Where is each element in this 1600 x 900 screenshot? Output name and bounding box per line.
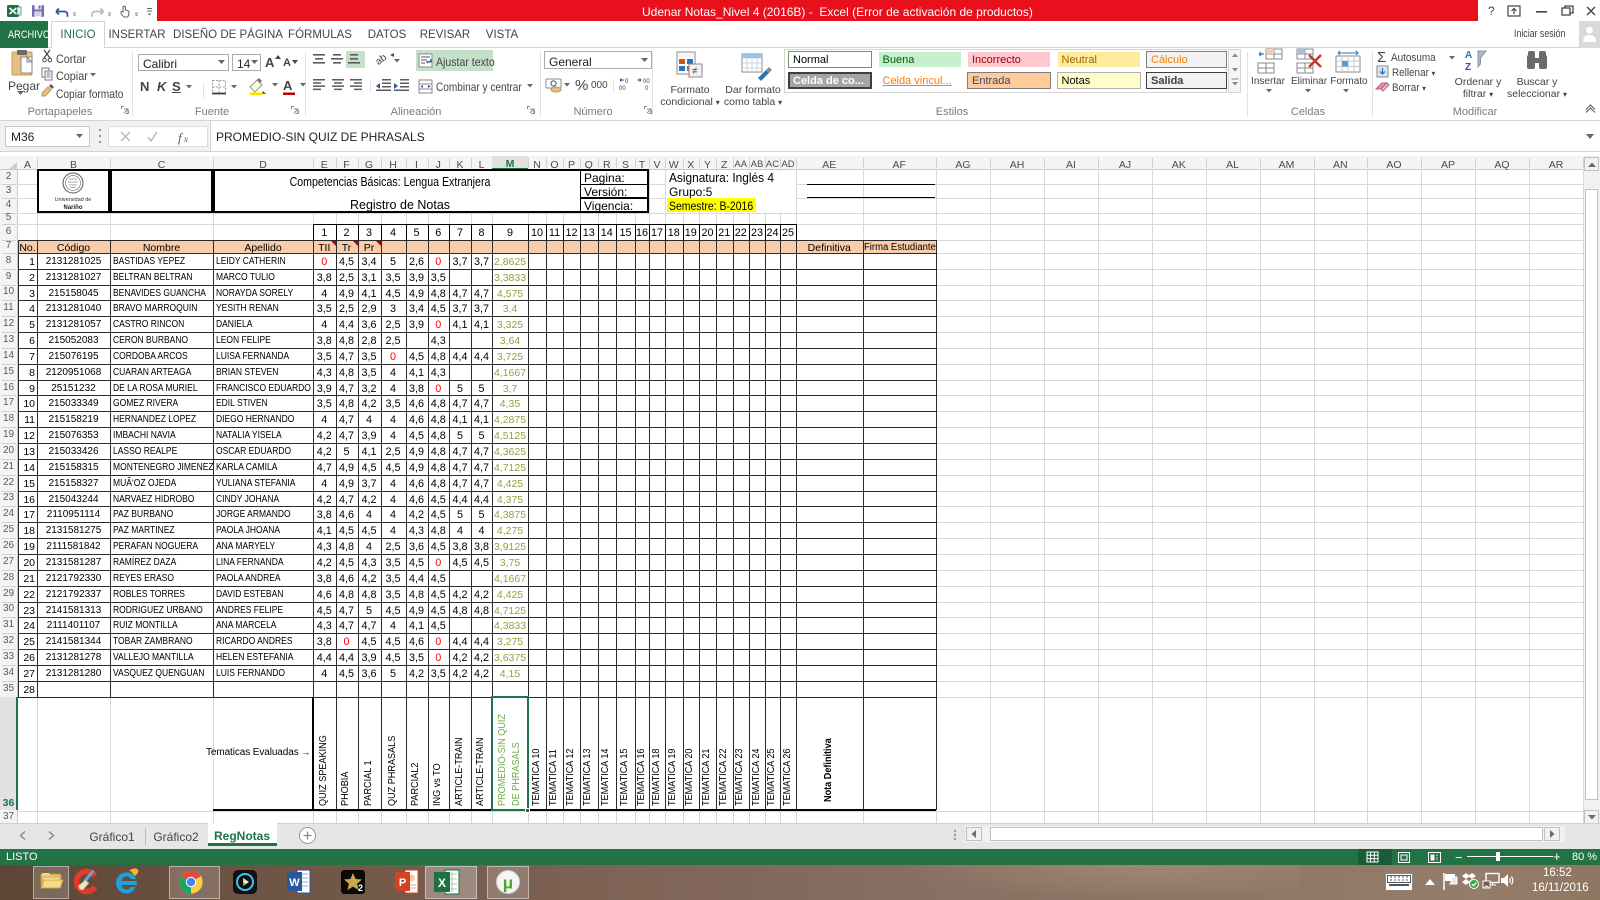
svg-text:A: A bbox=[283, 78, 293, 93]
svg-text:00: 00 bbox=[619, 86, 626, 92]
svg-text:Z: Z bbox=[1465, 62, 1471, 73]
svg-text:X: X bbox=[438, 876, 446, 890]
svg-text:W: W bbox=[289, 877, 300, 889]
svg-text:0: 0 bbox=[625, 79, 629, 85]
svg-text:μ: μ bbox=[503, 874, 513, 893]
svg-text:2: 2 bbox=[358, 883, 363, 893]
svg-text:x: x bbox=[183, 134, 188, 144]
svg-text:?: ? bbox=[1488, 4, 1495, 18]
svg-text:00: 00 bbox=[643, 79, 650, 85]
svg-text:≠: ≠ bbox=[692, 66, 698, 77]
svg-text:P: P bbox=[399, 877, 406, 889]
svg-text:A: A bbox=[1465, 50, 1472, 61]
svg-text:0: 0 bbox=[645, 86, 649, 92]
